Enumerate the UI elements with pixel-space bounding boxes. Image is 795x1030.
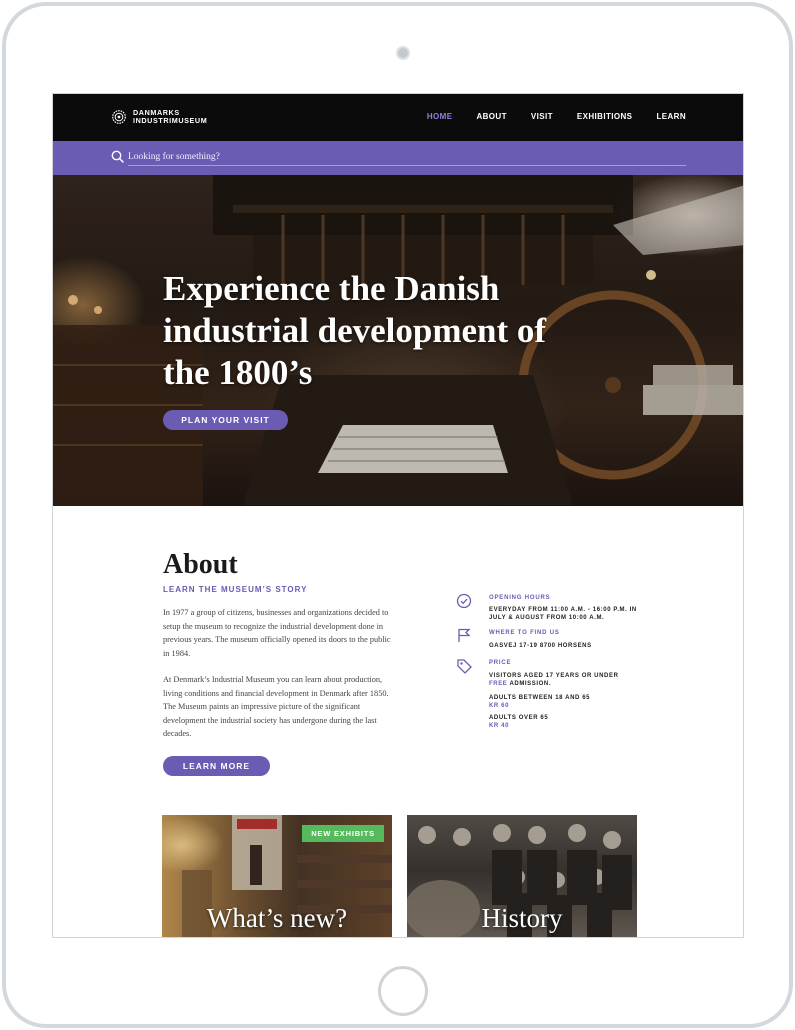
clock-icon: [456, 593, 472, 609]
senior-price: KR 40: [489, 723, 510, 729]
logo-text: DANMARKS INDUSTRIMUSEUM: [133, 109, 207, 125]
nav-learn[interactable]: LEARN: [656, 112, 686, 121]
flag-icon: [458, 628, 471, 642]
nav-home[interactable]: HOME: [427, 112, 453, 121]
adult-label: ADULTS BETWEEN 18 AND 65: [489, 695, 591, 701]
logo-line2: INDUSTRIMUSEUM: [133, 116, 208, 125]
about-heading: About: [163, 549, 238, 580]
youth-price-text: VISITORS AGED 17 YEARS OR UNDER FREE ADM…: [489, 672, 649, 688]
nav-about[interactable]: ABOUT: [476, 112, 506, 121]
browser-screen: DANMARKS INDUSTRIMUSEUM HOME ABOUT VISIT…: [52, 93, 744, 938]
opening-hours-label: OPENING HOURS: [489, 595, 551, 601]
whats-new-card[interactable]: NEW EXHIBITS What’s new?: [162, 815, 392, 937]
where-to-find-label: WHERE TO FIND US: [489, 630, 560, 636]
senior-label: ADULTS OVER 65: [489, 715, 549, 721]
logo-gear-icon: [112, 110, 126, 124]
top-navigation: DANMARKS INDUSTRIMUSEUM HOME ABOUT VISIT…: [53, 94, 743, 141]
adult-price-block: ADULTS BETWEEN 18 AND 65 KR 60: [489, 694, 649, 710]
about-subheading: LEARN THE MUSEUM’S STORY: [163, 585, 308, 594]
youth-free: FREE: [489, 681, 508, 687]
search-bar: [53, 141, 743, 175]
camera-dot: [396, 46, 410, 60]
youth-price-pre: VISITORS AGED 17 YEARS OR UNDER: [489, 673, 619, 679]
address-text: GASVEJ 17-19 8700 HORSENS: [489, 643, 592, 649]
nav-links: HOME ABOUT VISIT EXHIBITIONS LEARN: [427, 112, 686, 121]
site-logo[interactable]: DANMARKS INDUSTRIMUSEUM: [111, 109, 207, 125]
search-input[interactable]: [128, 148, 686, 166]
about-paragraph-1: In 1977 a group of citizens, businesses …: [163, 608, 391, 658]
home-button[interactable]: [378, 966, 428, 1016]
price-label: PRICE: [489, 660, 512, 666]
hero-banner: Experience the Danish industrial develop…: [53, 175, 743, 506]
nav-exhibitions[interactable]: EXHIBITIONS: [577, 112, 633, 121]
search-icon[interactable]: [111, 150, 124, 163]
learn-more-button[interactable]: LEARN MORE: [163, 756, 270, 776]
new-exhibits-badge: NEW EXHIBITS: [302, 825, 384, 842]
nav-visit[interactable]: VISIT: [531, 112, 553, 121]
price-tag-icon: [457, 659, 472, 674]
opening-hours-text: EVERYDAY FROM 11:00 A.M. - 16:00 P.M. IN…: [489, 607, 637, 621]
adult-price: KR 60: [489, 703, 510, 709]
plan-visit-button[interactable]: PLAN YOUR VISIT: [163, 410, 288, 430]
hero-title: Experience the Danish industrial develop…: [163, 269, 547, 392]
about-paragraph-2: At Denmark’s Industrial Museum you can l…: [163, 675, 389, 738]
history-title: History: [481, 903, 563, 933]
youth-price-post: ADMISSION.: [509, 681, 552, 687]
whats-new-title: What’s new?: [206, 903, 348, 933]
senior-price-block: ADULTS OVER 65 KR 40: [489, 714, 649, 730]
history-card[interactable]: History: [407, 815, 637, 937]
